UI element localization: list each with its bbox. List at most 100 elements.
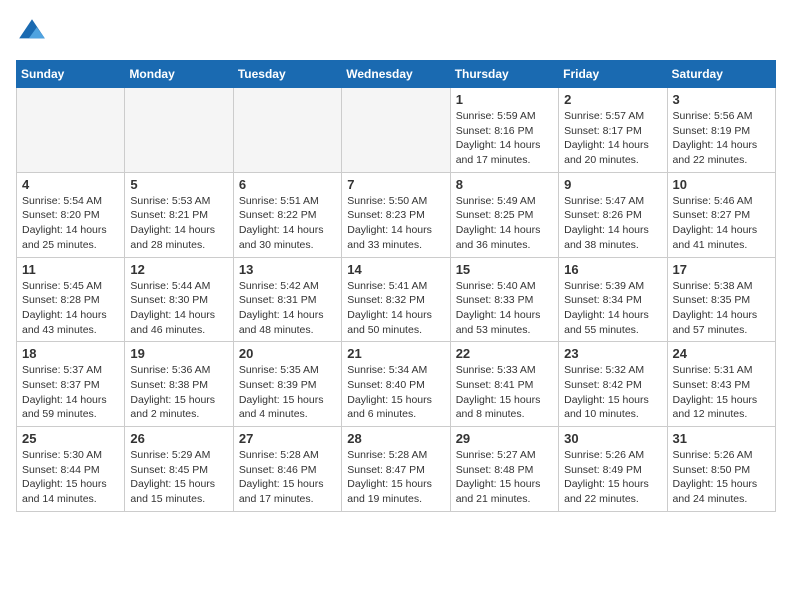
day-info: Sunrise: 5:41 AM Sunset: 8:32 PM Dayligh…	[347, 279, 444, 338]
day-info: Sunrise: 5:46 AM Sunset: 8:27 PM Dayligh…	[673, 194, 770, 253]
day-number: 1	[456, 92, 553, 107]
day-info: Sunrise: 5:37 AM Sunset: 8:37 PM Dayligh…	[22, 363, 119, 422]
table-row: 25Sunrise: 5:30 AM Sunset: 8:44 PM Dayli…	[17, 427, 125, 512]
day-info: Sunrise: 5:56 AM Sunset: 8:19 PM Dayligh…	[673, 109, 770, 168]
day-number: 17	[673, 262, 770, 277]
header-wednesday: Wednesday	[342, 61, 450, 88]
day-info: Sunrise: 5:47 AM Sunset: 8:26 PM Dayligh…	[564, 194, 661, 253]
table-row: 22 Sunrise: 5:33 AM Sunset: 8:41 PM Dayli…	[450, 342, 558, 427]
day-number: 30	[564, 431, 661, 446]
day-number: 21	[347, 346, 444, 361]
day-number: 29	[456, 431, 553, 446]
table-row: 21 Sunrise: 5:34 AM Sunset: 8:40 PM Dayli…	[342, 342, 450, 427]
table-row: 2Sunrise: 5:57 AM Sunset: 8:17 PM Daylig…	[559, 88, 667, 173]
table-row: 31 Sunrise: 5:26 AM Sunset: 8:50 PM Dayli…	[667, 427, 775, 512]
day-info: Sunrise: 5:44 AM Sunset: 8:30 PM Dayligh…	[130, 279, 227, 338]
day-number: 15	[456, 262, 553, 277]
day-info: Sunrise: 5:39 AM Sunset: 8:34 PM Dayligh…	[564, 279, 661, 338]
header-thursday: Thursday	[450, 61, 558, 88]
day-number: 16	[564, 262, 661, 277]
table-row	[125, 88, 233, 173]
day-number: 22	[456, 346, 553, 361]
day-number: 13	[239, 262, 336, 277]
calendar-week-row: 11 Sunrise: 5:45 AM Sunset: 8:28 PM Dayli…	[17, 257, 776, 342]
header-friday: Friday	[559, 61, 667, 88]
day-number: 20	[239, 346, 336, 361]
calendar-week-row: 1 Sunrise: 5:59 AM Sunset: 8:16 PM Daylig…	[17, 88, 776, 173]
table-row: 1 Sunrise: 5:59 AM Sunset: 8:16 PM Daylig…	[450, 88, 558, 173]
table-row: 14 Sunrise: 5:41 AM Sunset: 8:32 PM Dayli…	[342, 257, 450, 342]
day-info: Sunrise: 5:50 AM Sunset: 8:23 PM Dayligh…	[347, 194, 444, 253]
table-row: 30 Sunrise: 5:26 AM Sunset: 8:49 PM Dayli…	[559, 427, 667, 512]
day-info: Sunrise: 5:26 AM Sunset: 8:50 PM Dayligh…	[673, 448, 770, 507]
table-row: 23Sunrise: 5:32 AM Sunset: 8:42 PM Dayli…	[559, 342, 667, 427]
day-info: Sunrise: 5:28 AM Sunset: 8:47 PM Dayligh…	[347, 448, 444, 507]
day-number: 25	[22, 431, 119, 446]
table-row: 12 Sunrise: 5:44 AM Sunset: 8:30 PM Dayli…	[125, 257, 233, 342]
table-row: 17 Sunrise: 5:38 AM Sunset: 8:35 PM Dayli…	[667, 257, 775, 342]
table-row: 7 Sunrise: 5:50 AM Sunset: 8:23 PM Daylig…	[342, 172, 450, 257]
day-number: 14	[347, 262, 444, 277]
calendar-header-row: Sunday Monday Tuesday Wednesday Thursday…	[17, 61, 776, 88]
table-row: 4Sunrise: 5:54 AM Sunset: 8:20 PM Daylig…	[17, 172, 125, 257]
calendar-week-row: 4Sunrise: 5:54 AM Sunset: 8:20 PM Daylig…	[17, 172, 776, 257]
logo-icon	[16, 16, 48, 48]
day-info: Sunrise: 5:42 AM Sunset: 8:31 PM Dayligh…	[239, 279, 336, 338]
table-row: 26Sunrise: 5:29 AM Sunset: 8:45 PM Dayli…	[125, 427, 233, 512]
table-row: 15 Sunrise: 5:40 AM Sunset: 8:33 PM Dayli…	[450, 257, 558, 342]
day-info: Sunrise: 5:35 AM Sunset: 8:39 PM Dayligh…	[239, 363, 336, 422]
day-number: 9	[564, 177, 661, 192]
day-info: Sunrise: 5:33 AM Sunset: 8:41 PM Dayligh…	[456, 363, 553, 422]
day-info: Sunrise: 5:45 AM Sunset: 8:28 PM Dayligh…	[22, 279, 119, 338]
calendar-week-row: 18Sunrise: 5:37 AM Sunset: 8:37 PM Dayli…	[17, 342, 776, 427]
table-row: 13 Sunrise: 5:42 AM Sunset: 8:31 PM Dayli…	[233, 257, 341, 342]
table-row: 6 Sunrise: 5:51 AM Sunset: 8:22 PM Daylig…	[233, 172, 341, 257]
day-info: Sunrise: 5:51 AM Sunset: 8:22 PM Dayligh…	[239, 194, 336, 253]
table-row	[233, 88, 341, 173]
day-info: Sunrise: 5:53 AM Sunset: 8:21 PM Dayligh…	[130, 194, 227, 253]
header-saturday: Saturday	[667, 61, 775, 88]
logo	[16, 16, 52, 48]
table-row: 18Sunrise: 5:37 AM Sunset: 8:37 PM Dayli…	[17, 342, 125, 427]
page-header	[16, 16, 776, 48]
day-number: 24	[673, 346, 770, 361]
day-info: Sunrise: 5:34 AM Sunset: 8:40 PM Dayligh…	[347, 363, 444, 422]
day-number: 11	[22, 262, 119, 277]
day-info: Sunrise: 5:36 AM Sunset: 8:38 PM Dayligh…	[130, 363, 227, 422]
day-info: Sunrise: 5:28 AM Sunset: 8:46 PM Dayligh…	[239, 448, 336, 507]
day-info: Sunrise: 5:54 AM Sunset: 8:20 PM Dayligh…	[22, 194, 119, 253]
day-info: Sunrise: 5:59 AM Sunset: 8:16 PM Dayligh…	[456, 109, 553, 168]
day-number: 3	[673, 92, 770, 107]
day-info: Sunrise: 5:31 AM Sunset: 8:43 PM Dayligh…	[673, 363, 770, 422]
table-row: 19 Sunrise: 5:36 AM Sunset: 8:38 PM Dayli…	[125, 342, 233, 427]
header-sunday: Sunday	[17, 61, 125, 88]
day-number: 5	[130, 177, 227, 192]
table-row: 24 Sunrise: 5:31 AM Sunset: 8:43 PM Dayli…	[667, 342, 775, 427]
day-info: Sunrise: 5:38 AM Sunset: 8:35 PM Dayligh…	[673, 279, 770, 338]
day-number: 12	[130, 262, 227, 277]
day-info: Sunrise: 5:40 AM Sunset: 8:33 PM Dayligh…	[456, 279, 553, 338]
day-number: 7	[347, 177, 444, 192]
day-info: Sunrise: 5:49 AM Sunset: 8:25 PM Dayligh…	[456, 194, 553, 253]
day-number: 28	[347, 431, 444, 446]
day-number: 2	[564, 92, 661, 107]
calendar-week-row: 25Sunrise: 5:30 AM Sunset: 8:44 PM Dayli…	[17, 427, 776, 512]
day-info: Sunrise: 5:26 AM Sunset: 8:49 PM Dayligh…	[564, 448, 661, 507]
day-number: 27	[239, 431, 336, 446]
table-row: 8 Sunrise: 5:49 AM Sunset: 8:25 PM Daylig…	[450, 172, 558, 257]
day-number: 31	[673, 431, 770, 446]
table-row: 20 Sunrise: 5:35 AM Sunset: 8:39 PM Dayli…	[233, 342, 341, 427]
table-row	[17, 88, 125, 173]
header-tuesday: Tuesday	[233, 61, 341, 88]
day-number: 6	[239, 177, 336, 192]
day-number: 8	[456, 177, 553, 192]
table-row: 3 Sunrise: 5:56 AM Sunset: 8:19 PM Daylig…	[667, 88, 775, 173]
day-number: 23	[564, 346, 661, 361]
table-row: 28 Sunrise: 5:28 AM Sunset: 8:47 PM Dayli…	[342, 427, 450, 512]
day-info: Sunrise: 5:27 AM Sunset: 8:48 PM Dayligh…	[456, 448, 553, 507]
table-row: 5 Sunrise: 5:53 AM Sunset: 8:21 PM Daylig…	[125, 172, 233, 257]
table-row: 9 Sunrise: 5:47 AM Sunset: 8:26 PM Daylig…	[559, 172, 667, 257]
table-row: 11 Sunrise: 5:45 AM Sunset: 8:28 PM Dayli…	[17, 257, 125, 342]
day-number: 19	[130, 346, 227, 361]
table-row	[342, 88, 450, 173]
